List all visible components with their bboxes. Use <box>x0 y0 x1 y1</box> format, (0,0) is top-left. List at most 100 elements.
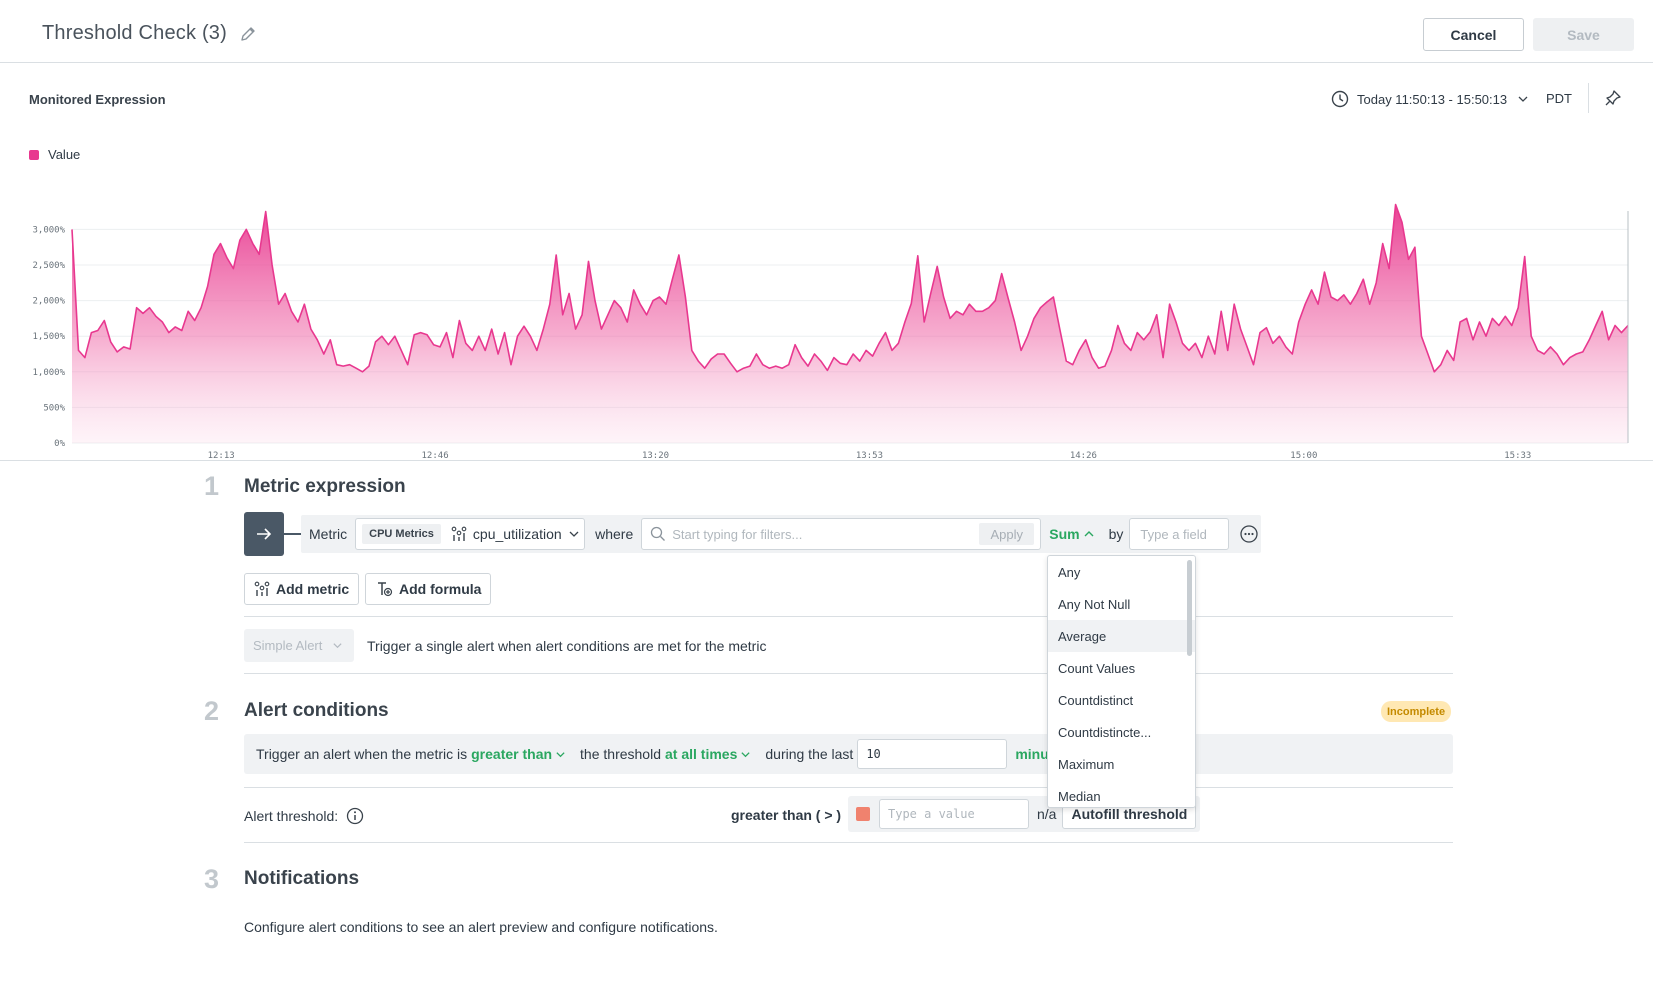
filter-box: Apply <box>641 518 1042 550</box>
x-tick-label: 13:53 <box>856 451 883 461</box>
x-tick-label: 12:46 <box>422 451 449 461</box>
chevron-up-icon <box>1084 531 1094 537</box>
apply-button[interactable]: Apply <box>979 523 1035 545</box>
duration-unit-select[interactable]: minu <box>1015 746 1048 762</box>
more-options-icon[interactable] <box>1239 524 1259 544</box>
page-header: Threshold Check (3) Cancel Save <box>0 0 1653 63</box>
alert-condition-row: Trigger an alert when the metric is grea… <box>244 734 1453 774</box>
step-title: Metric expression <box>244 476 406 497</box>
threshold-color-swatch[interactable] <box>856 807 870 821</box>
chevron-down-icon <box>741 751 750 757</box>
dropdown-option[interactable]: Countdistinct <box>1048 684 1195 716</box>
group-by-field <box>1129 518 1230 550</box>
query-toggle-button[interactable] <box>244 512 284 556</box>
alert-type-value: Simple Alert <box>253 638 323 653</box>
info-icon[interactable] <box>346 807 364 825</box>
dropdown-option[interactable]: Any <box>1048 556 1195 588</box>
step-title: Alert conditions <box>244 700 389 721</box>
section-label: Monitored Expression <box>29 92 166 107</box>
dropdown-option[interactable]: Count Values <box>1048 652 1195 684</box>
chevron-down-icon <box>556 751 565 757</box>
notifications-description: Configure alert conditions to see an ale… <box>244 919 718 935</box>
add-metric-label: Add metric <box>276 581 350 597</box>
cancel-button[interactable]: Cancel <box>1423 18 1524 51</box>
dropdown-option[interactable]: Average <box>1048 620 1195 652</box>
dropdown-option[interactable]: Countdistincte... <box>1048 716 1195 748</box>
series-area <box>72 204 1628 443</box>
timezone-toggle[interactable]: PDT <box>1546 91 1572 106</box>
divider <box>244 673 1453 674</box>
y-tick-label: 500% <box>43 403 65 413</box>
duration-input[interactable]: 10 <box>857 739 1008 769</box>
comparison-select[interactable]: greater than <box>471 746 566 762</box>
x-tick-label: 13:20 <box>642 451 669 461</box>
add-formula-label: Add formula <box>399 581 482 597</box>
metric-source-tag: CPU Metrics <box>362 524 441 544</box>
legend-swatch <box>29 149 39 160</box>
legend-label: Value <box>48 147 81 162</box>
threshold-value-input[interactable] <box>879 799 1029 829</box>
save-button[interactable]: Save <box>1533 18 1634 51</box>
query-row: Metric CPU Metrics cpu_utilization where… <box>301 515 1261 553</box>
frequency-value: at all times <box>665 746 738 762</box>
x-tick-label: 15:00 <box>1290 451 1317 461</box>
threshold-comparison: greater than ( > ) <box>731 807 842 823</box>
comparison-value: greater than <box>471 746 553 762</box>
clock-icon <box>1331 90 1349 108</box>
search-icon <box>651 526 666 541</box>
y-tick-label: 1,000% <box>32 368 65 378</box>
metric-name: cpu_utilization <box>472 526 562 542</box>
monitored-expression-panel: Monitored Expression Today 11:50:13 - 15… <box>0 63 1653 461</box>
add-formula-button[interactable]: Add formula <box>365 573 492 605</box>
aggregation-toggle[interactable]: Sum <box>1049 526 1094 542</box>
dropdown-option[interactable]: Any Not Null <box>1048 588 1195 620</box>
query-bar: Metric CPU Metrics cpu_utilization where… <box>244 512 1261 556</box>
during-text: during the last <box>765 746 854 762</box>
y-tick-label: 2,500% <box>32 261 65 271</box>
add-metric-button[interactable]: Add metric <box>244 573 360 605</box>
aggregation-value: Sum <box>1049 526 1080 542</box>
time-range-picker[interactable]: Today 11:50:13 - 15:50:13 <box>1331 87 1529 111</box>
threshold-label: Alert threshold: <box>244 807 364 825</box>
formula-icon <box>378 582 393 597</box>
arrow-right-icon <box>257 528 272 540</box>
x-tick-label: 12:13 <box>208 451 235 461</box>
where-label: where <box>595 526 634 542</box>
scrollbar[interactable] <box>1187 560 1192 656</box>
y-tick-label: 3,000% <box>32 225 65 235</box>
status-badge: Incomplete <box>1381 701 1452 722</box>
alert-type-description: Trigger a single alert when alert condit… <box>367 638 767 654</box>
filter-input[interactable] <box>672 526 973 542</box>
pencil-icon[interactable] <box>238 24 258 44</box>
divider <box>244 842 1453 843</box>
dropdown-option[interactable]: Maximum <box>1048 748 1195 780</box>
y-tick-label: 2,000% <box>32 297 65 307</box>
step-title: Notifications <box>244 868 360 889</box>
frequency-select[interactable]: at all times <box>665 746 751 762</box>
by-label: by <box>1108 526 1124 542</box>
step-number: 1 <box>204 471 220 501</box>
metric-icon <box>451 526 467 541</box>
pin-icon[interactable] <box>1604 89 1622 107</box>
chevron-down-icon <box>569 531 579 537</box>
y-tick-label: 1,500% <box>32 332 65 342</box>
alert-type-select[interactable]: Simple Alert <box>244 629 354 662</box>
threshold-na: n/a <box>1037 806 1057 822</box>
divider <box>1588 83 1589 113</box>
chevron-down-icon <box>1518 96 1528 102</box>
divider <box>244 787 1453 788</box>
threshold-label-text: Alert threshold: <box>244 808 339 824</box>
connector-line <box>284 533 301 535</box>
area-chart: 0% 500% 1,000% 1,500% 2,000% 2,500% 3,000% 12:1… <box>32 203 1629 461</box>
aggregation-dropdown: Any Any Not Null Average Count Values Countd… <box>1047 555 1196 808</box>
group-by-input[interactable] <box>1140 526 1225 542</box>
step-number: 3 <box>204 864 220 894</box>
metric-select[interactable]: CPU Metrics cpu_utilization <box>355 518 586 550</box>
time-range-text: Today 11:50:13 - 15:50:13 <box>1357 91 1508 107</box>
chevron-down-icon <box>333 643 342 649</box>
condition-prefix: Trigger an alert when the metric is <box>256 746 468 762</box>
chart-legend: Value <box>29 147 80 162</box>
threshold-text: the threshold <box>580 746 661 762</box>
dropdown-option[interactable]: Median <box>1048 780 1195 807</box>
y-tick-label: 0% <box>54 439 65 449</box>
